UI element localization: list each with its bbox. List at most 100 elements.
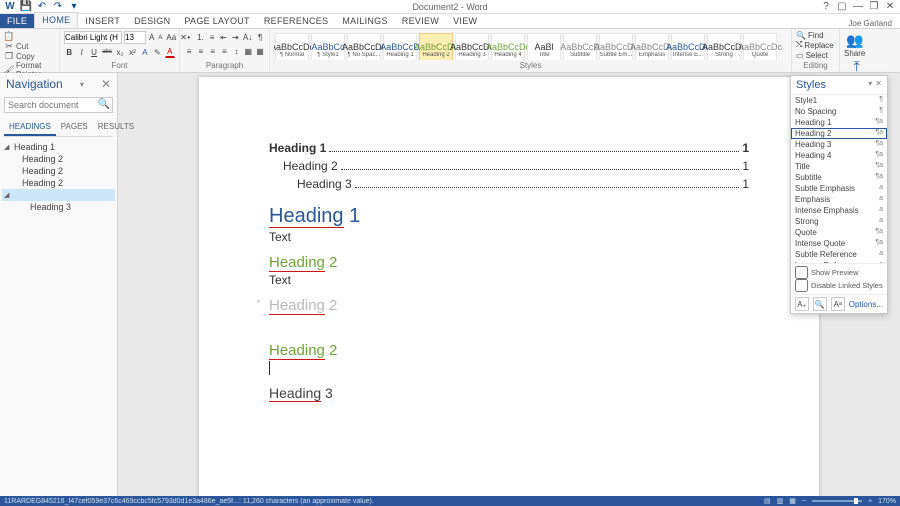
underline-button[interactable]: U xyxy=(89,46,99,58)
styles-pane-close-icon[interactable]: ✕ xyxy=(875,79,882,91)
styles-options-link[interactable]: Options... xyxy=(849,300,883,309)
manage-styles-icon[interactable]: Aᵃ xyxy=(831,297,845,311)
styles-pane-item[interactable]: Quote¶a xyxy=(791,227,887,238)
strike-button[interactable]: abc xyxy=(101,46,113,58)
zoom-level[interactable]: 170% xyxy=(878,498,896,505)
styles-pane-item[interactable]: Subtle Emphasisa xyxy=(791,183,887,194)
chevron-down-icon[interactable]: ▾ xyxy=(868,79,872,91)
style-gallery-item[interactable]: AaBbCcDHeading 1 xyxy=(383,33,417,60)
style-gallery-item[interactable]: AaBbCcDcQuote xyxy=(743,33,777,60)
styles-pane-item[interactable]: Intense Quote¶a xyxy=(791,238,887,249)
document-page[interactable]: Heading 1 1Heading 2 1Heading 3 1 Headin… xyxy=(199,77,819,496)
print-layout-icon[interactable]: ▥ xyxy=(777,497,784,505)
new-style-icon[interactable]: A₊ xyxy=(795,297,809,311)
select-label[interactable]: Select xyxy=(806,51,828,60)
signed-in-user[interactable]: Joe Garland xyxy=(848,19,900,28)
styles-gallery[interactable]: AaBbCcDc¶ NormalAaBbCc¶ Style1AaBbCcDc¶ … xyxy=(274,31,787,60)
styles-pane-item[interactable]: Style1¶ xyxy=(791,95,887,106)
tab-view[interactable]: VIEW xyxy=(446,14,484,28)
style-gallery-item[interactable]: AaBlTitle xyxy=(527,33,561,60)
doc-heading-2[interactable]: Heading 2 xyxy=(269,254,749,271)
bullets-icon[interactable]: • xyxy=(184,31,194,43)
zoom-slider[interactable] xyxy=(812,500,862,502)
doc-heading-2[interactable]: Heading 2 xyxy=(269,342,749,359)
chevron-down-icon[interactable]: ▾ xyxy=(80,80,84,89)
zoom-in-icon[interactable]: + xyxy=(868,498,872,505)
change-case-icon[interactable]: Aa xyxy=(165,32,177,44)
cut-icon[interactable]: ✂ xyxy=(4,41,14,51)
increase-indent-icon[interactable]: ⇥ xyxy=(230,31,240,43)
style-gallery-item[interactable]: AaBbCcDcIntense E... xyxy=(671,33,705,60)
styles-pane-item[interactable]: Stronga xyxy=(791,216,887,227)
disable-linked-checkbox[interactable]: Disable Linked Styles xyxy=(795,279,883,292)
select-icon[interactable]: ▭ xyxy=(796,51,804,60)
doc-heading-2[interactable]: Heading 2 xyxy=(269,297,749,314)
doc-text[interactable]: Text xyxy=(269,273,749,287)
minimize-icon[interactable]: — xyxy=(852,1,864,12)
redo-icon[interactable]: ↷ xyxy=(52,1,64,13)
share-button[interactable]: 👥Share xyxy=(844,32,865,58)
style-gallery-item[interactable]: AaBbCcDSubtitle xyxy=(563,33,597,60)
borders-icon[interactable]: ▦ xyxy=(255,46,265,58)
subscript-button[interactable]: x₂ xyxy=(115,46,125,58)
zoom-knob[interactable] xyxy=(854,498,858,504)
close-icon[interactable]: ✕ xyxy=(884,1,896,12)
bold-button[interactable]: B xyxy=(64,46,74,58)
align-left-icon[interactable]: ≡ xyxy=(184,46,194,58)
text-effects-icon[interactable]: A xyxy=(140,46,150,58)
font-color-icon[interactable]: A xyxy=(165,46,175,58)
line-spacing-icon[interactable]: ↕ xyxy=(231,46,241,58)
nav-tree-node[interactable]: Heading 2 xyxy=(2,177,115,189)
tab-home[interactable]: HOME xyxy=(34,12,78,28)
grow-font-icon[interactable]: A xyxy=(148,32,155,44)
restore-icon[interactable]: ❐ xyxy=(868,1,880,12)
styles-pane-item[interactable]: Emphasisa xyxy=(791,194,887,205)
toc-row[interactable]: Heading 1 1 xyxy=(269,141,749,155)
nav-tree-node[interactable]: Heading 2 xyxy=(2,153,115,165)
undo-icon[interactable]: ↶ xyxy=(36,1,48,13)
find-icon[interactable]: 🔍 xyxy=(796,31,806,40)
copy-icon[interactable]: ❐ xyxy=(4,51,14,61)
nav-tab-headings[interactable]: HEADINGS xyxy=(4,119,56,136)
style-gallery-item[interactable]: AaBbCcDcHeading 3 xyxy=(455,33,489,60)
style-gallery-item[interactable]: AaBbCcDcEmphasis xyxy=(635,33,669,60)
search-icon[interactable]: 🔍 xyxy=(98,99,110,110)
shading-icon[interactable]: ▦ xyxy=(243,46,253,58)
font-name-input[interactable] xyxy=(64,31,122,44)
styles-pane-item[interactable]: Title¶a xyxy=(791,161,887,172)
italic-button[interactable]: I xyxy=(76,46,86,58)
read-mode-icon[interactable]: ▤ xyxy=(764,497,771,505)
styles-pane-item[interactable]: Heading 3¶a xyxy=(791,139,887,150)
numbering-icon[interactable]: 1. xyxy=(196,31,206,43)
font-size-input[interactable] xyxy=(124,31,146,44)
blank-line[interactable] xyxy=(269,314,749,332)
style-gallery-item[interactable]: AaBbCc¶ Style1 xyxy=(311,33,345,60)
styles-pane-item[interactable]: No Spacing¶ xyxy=(791,106,887,117)
align-right-icon[interactable]: ≡ xyxy=(208,46,218,58)
tab-mailings[interactable]: MAILINGS xyxy=(335,14,394,28)
styles-pane-item[interactable]: Intense Emphasisa xyxy=(791,205,887,216)
nav-tab-pages[interactable]: PAGES xyxy=(56,119,93,136)
nav-tree-node[interactable]: Heading 2 xyxy=(2,165,115,177)
styles-pane-item[interactable]: Heading 4¶a xyxy=(791,150,887,161)
styles-pane-item[interactable]: Subtitle¶a xyxy=(791,172,887,183)
nav-close-icon[interactable]: ✕ xyxy=(101,77,111,91)
style-gallery-item[interactable]: AaBbCcDcStrong xyxy=(707,33,741,60)
show-preview-checkbox[interactable]: Show Preview xyxy=(795,266,883,279)
styles-pane-list[interactable]: Style1¶No Spacing¶Heading 1¶aHeading 2¶a… xyxy=(791,95,887,263)
doc-heading-3[interactable]: Heading 3 xyxy=(269,385,749,401)
tab-review[interactable]: REVIEW xyxy=(395,14,446,28)
style-inspector-icon[interactable]: 🔍 xyxy=(813,297,827,311)
document-area[interactable]: Heading 1 1Heading 2 1Heading 3 1 Headin… xyxy=(118,73,900,496)
tab-insert[interactable]: INSERT xyxy=(78,14,127,28)
style-gallery-item[interactable]: AaBbCcDc¶ Normal xyxy=(275,33,309,60)
zoom-out-icon[interactable]: − xyxy=(802,498,806,505)
help-icon[interactable]: ? xyxy=(820,1,832,12)
styles-pane-item[interactable]: Subtle Referencea xyxy=(791,249,887,260)
save-icon[interactable]: 💾 xyxy=(20,1,32,13)
ribbon-display-icon[interactable]: ▢ xyxy=(836,1,848,12)
disable-linked-input[interactable] xyxy=(795,279,808,292)
sort-icon[interactable]: A↓ xyxy=(242,31,253,43)
nav-tree-node[interactable]: Heading 3 xyxy=(2,201,115,213)
decrease-indent-icon[interactable]: ⇤ xyxy=(219,31,229,43)
